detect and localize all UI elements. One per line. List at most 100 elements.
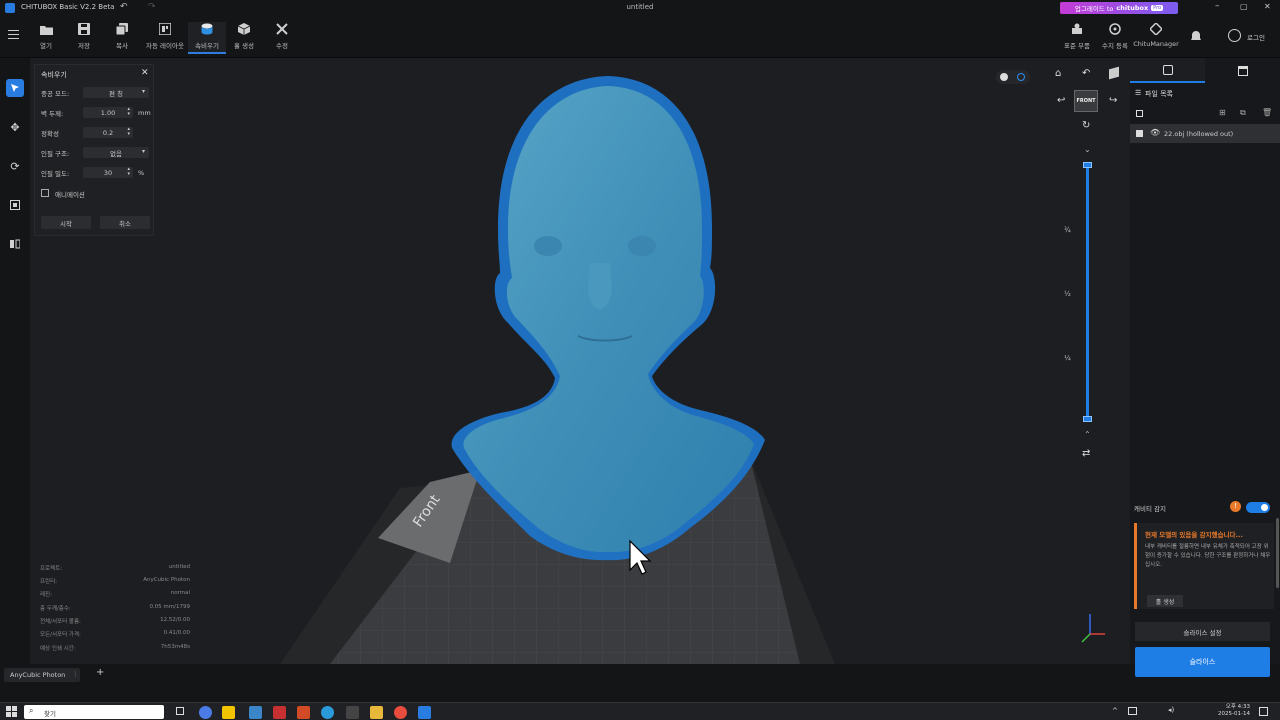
layer-slider-top-handle[interactable] xyxy=(1083,162,1092,168)
info-key: 프로젝트: xyxy=(40,566,63,572)
app-logo-icon xyxy=(5,3,15,13)
printer-tab[interactable]: AnyCubic Photon ⋮ xyxy=(4,668,80,682)
slider-mark-quarter: ¼ xyxy=(1064,354,1071,362)
cavity-detect-toggle[interactable] xyxy=(1246,502,1270,513)
cavity-warning-title: 현재 모델의 있음을 감지했습니다... xyxy=(1145,531,1243,539)
toolbar-resin-button[interactable]: 수지 등록 xyxy=(1096,22,1134,54)
app-browser-icon[interactable] xyxy=(199,706,212,719)
app-chrome-icon[interactable] xyxy=(394,706,407,719)
slider-down-chevron-icon[interactable]: ⌃ xyxy=(1084,430,1091,439)
xray-mode-icon[interactable] xyxy=(1017,73,1025,81)
select-tool-icon[interactable] xyxy=(6,79,24,97)
import-file-icon[interactable]: ⊞ xyxy=(1219,108,1226,117)
app-pdf-icon[interactable] xyxy=(273,706,286,719)
taskbar-search-box[interactable]: ⌕ 찾기 xyxy=(24,705,164,719)
solid-mode-icon[interactable] xyxy=(1000,73,1008,81)
home-view-icon[interactable]: ⌂ xyxy=(1055,68,1061,79)
toolbar-hollow-button[interactable]: 속비우기 xyxy=(188,22,226,54)
slider-up-chevron-icon[interactable]: ⌄ xyxy=(1084,145,1091,154)
user-avatar-icon[interactable] xyxy=(1228,29,1241,42)
view-right-icon[interactable]: ↪ xyxy=(1109,95,1117,106)
right-panel-scrollbar[interactable] xyxy=(1276,518,1279,588)
scene-canvas[interactable]: Front xyxy=(30,58,1130,664)
layer-slider-track[interactable] xyxy=(1086,162,1089,422)
tray-network-icon[interactable] xyxy=(1128,707,1137,715)
printer-tab-menu-icon[interactable]: ⋮ xyxy=(72,670,79,678)
cancel-button[interactable]: 취소 xyxy=(100,216,150,229)
wall-thickness-input[interactable]: 1.00 ▴ ▾ xyxy=(83,107,133,118)
slice-settings-button[interactable]: 슬라이스 설정 xyxy=(1135,622,1270,641)
taskbar-time: 오후 4:33 xyxy=(1225,704,1250,710)
toolbar-chitumanager-button[interactable]: ChituManager xyxy=(1133,22,1179,54)
tab-printer[interactable] xyxy=(1205,58,1280,83)
slice-button[interactable]: 슬라이스 xyxy=(1135,647,1270,677)
precision-stepper-icon[interactable]: ▴ ▾ xyxy=(127,127,130,137)
toolbar-hole-button[interactable]: 홀 생성 xyxy=(225,22,263,54)
toolbar-repair-button[interactable]: 수정 xyxy=(263,22,301,54)
mirror-tool-icon[interactable] xyxy=(6,235,24,253)
search-icon: ⌕ xyxy=(29,706,34,715)
maximize-icon[interactable]: ▢ xyxy=(1240,2,1248,11)
toolbar-copy-button[interactable]: 복사 xyxy=(103,22,141,54)
task-view-icon[interactable] xyxy=(176,707,184,715)
file-list-item[interactable]: 👁 22.obj (hollowed out) xyxy=(1130,124,1280,143)
start-icon[interactable] xyxy=(6,706,17,717)
view-rotate-icon[interactable]: ↻ xyxy=(1082,120,1090,131)
tray-volume-icon[interactable]: ◂) xyxy=(1168,706,1174,714)
select-all-checkbox[interactable] xyxy=(1136,110,1143,117)
wall-stepper-icon[interactable]: ▴ ▾ xyxy=(127,107,130,117)
rotate-left-view-icon[interactable]: ↶ xyxy=(1082,68,1090,79)
menu-icon[interactable] xyxy=(8,30,19,39)
app-settings-icon[interactable] xyxy=(249,706,262,719)
3d-viewport[interactable]: Front ⌂ ↶ ↩ FRONT ↪ ↻ ⌄ ¾ ½ ¼ ⌃ ⇄ xyxy=(30,58,1130,664)
infill-structure-select[interactable]: 없음 ▾ xyxy=(83,147,149,158)
delete-file-icon[interactable]: 🗑 xyxy=(1262,108,1272,117)
toolbar-save-button[interactable]: 저장 xyxy=(65,22,103,54)
panel-close-icon[interactable]: ✕ xyxy=(141,68,149,78)
app-office-icon[interactable] xyxy=(297,706,310,719)
app-editor-icon[interactable] xyxy=(346,706,359,719)
upgrade-brand: chitubox xyxy=(1116,4,1149,12)
close-window-icon[interactable]: ✕ xyxy=(1264,2,1271,11)
view-left-icon[interactable]: ↩ xyxy=(1057,95,1065,106)
toolbar-parts-button[interactable]: 표준 부품 xyxy=(1058,22,1096,54)
eye-icon[interactable]: 👁 xyxy=(1150,128,1160,137)
app-edge-icon[interactable] xyxy=(321,706,334,719)
duplicate-file-icon[interactable]: ⧉ xyxy=(1240,108,1246,118)
app-messenger-icon[interactable] xyxy=(222,706,235,719)
slider-swap-icon[interactable]: ⇄ xyxy=(1082,448,1090,459)
rotate-tool-icon[interactable]: ⟳ xyxy=(6,157,24,175)
upgrade-button[interactable]: 업그레이드 to chitubox Pro xyxy=(1060,2,1178,14)
render-mode-toggle[interactable] xyxy=(996,70,1030,84)
redo-icon[interactable]: ↷ xyxy=(148,2,156,12)
app-folder-icon[interactable] xyxy=(370,706,383,719)
density-stepper-icon[interactable]: ▴ ▾ xyxy=(127,167,130,177)
file-checkbox[interactable] xyxy=(1136,130,1143,137)
cavity-hole-button[interactable]: 홀 생성 xyxy=(1147,595,1183,607)
cavity-warning-card: 현재 모델의 있음을 감지했습니다... 내부 캐비티를 절룡하면 내부 유체가… xyxy=(1134,523,1274,609)
precision-input[interactable]: 0.2 ▴ ▾ xyxy=(83,127,133,138)
hollow-settings-panel: 속비우기 ✕ 중공 모드: 편 칭 ▾ 벽 두께: 1.00 ▴ ▾ mm 정확성 0… xyxy=(34,64,154,236)
app-chitubox-icon[interactable] xyxy=(418,706,431,719)
move-tool-icon[interactable]: ✥ xyxy=(6,118,24,136)
printer-tab-label: AnyCubic Photon xyxy=(10,671,66,679)
scale-tool-icon[interactable] xyxy=(6,196,24,214)
toolbar-open-button[interactable]: 열기 xyxy=(27,22,65,54)
undo-icon[interactable]: ↶ xyxy=(120,2,128,12)
animation-checkbox[interactable] xyxy=(41,189,49,197)
model-left-eye xyxy=(534,236,562,256)
notification-center-icon[interactable] xyxy=(1259,707,1268,716)
tab-files[interactable] xyxy=(1130,58,1205,83)
toolbar-auto-layout-button[interactable]: 자동 레이아웃 xyxy=(143,22,187,54)
tray-chevron-icon[interactable]: ^ xyxy=(1112,707,1118,715)
hollow-mode-select[interactable]: 편 칭 ▾ xyxy=(83,87,149,98)
infill-density-input[interactable]: 30 ▴ ▾ xyxy=(83,167,133,178)
notification-icon[interactable] xyxy=(1190,30,1202,42)
login-label[interactable]: 로그인 xyxy=(1247,32,1265,42)
layer-slider-bottom-handle[interactable] xyxy=(1083,416,1092,422)
minimize-icon[interactable]: – xyxy=(1215,1,1220,11)
start-button[interactable]: 시작 xyxy=(41,216,91,229)
add-printer-icon[interactable]: + xyxy=(96,667,104,678)
taskbar-clock[interactable]: 오후 4:33 2025-01-14 xyxy=(1212,704,1250,718)
view-cube[interactable]: FRONT xyxy=(1074,90,1098,112)
